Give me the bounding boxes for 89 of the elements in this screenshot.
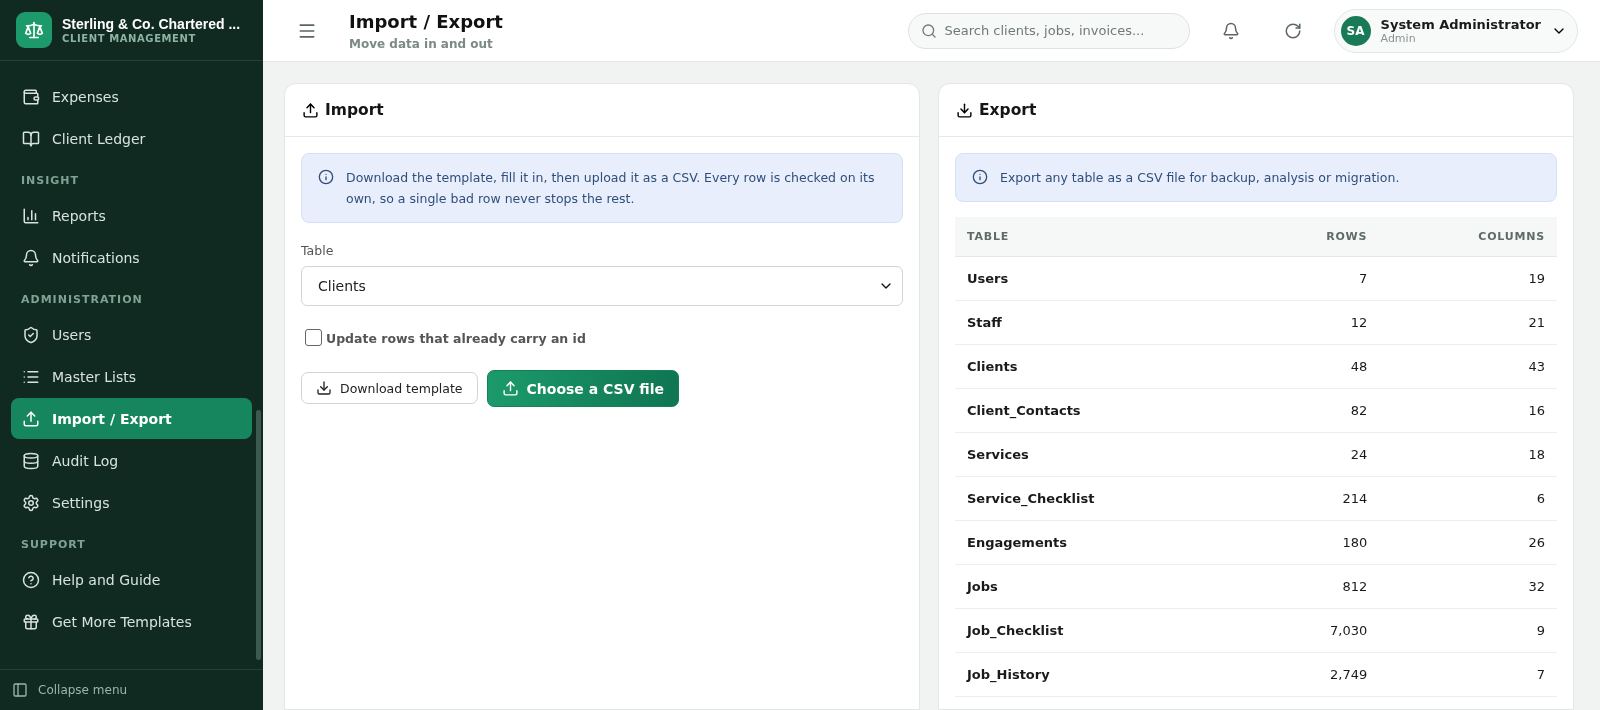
sidebar-item[interactable]: Help and Guide [11,559,252,600]
bar-chart-icon [22,206,40,225]
card-title: Export [979,101,1037,119]
download-icon [956,101,973,119]
choose-file-button[interactable]: Choose a CSV file [486,370,680,407]
table-cell: 16 [1379,388,1557,433]
table-select[interactable]: Clients [301,266,903,306]
download-template-button[interactable]: Download template [301,372,478,404]
refresh-icon [1283,21,1302,40]
table-cell: 7 [1251,256,1380,301]
info-icon [972,169,988,185]
brand-name: Sterling & Co. Chartered ... [62,16,241,33]
table-cell: 7,030 [1251,608,1380,653]
sidebar-item[interactable]: Audit Log [11,440,252,481]
sidebar-item[interactable]: Master Lists [11,356,252,397]
table-cell: 26 [1379,520,1557,565]
search-icon [920,22,937,39]
table-cell: Engagements [955,520,1252,565]
user-menu[interactable]: SA System Administrator Admin [1333,8,1578,53]
table-cell: 9 [1379,608,1557,653]
upload-icon [501,380,519,397]
section-heading: ADMINISTRATION [20,292,144,308]
info-text: Download the template, fill it in, then upload it as a CSV. Every row is checked on its own, so a single bad row never stops the rest. [346,169,876,208]
user-role: Admin [1380,31,1416,45]
table-cell: Job_History [955,652,1252,697]
table-cell: 6 [1379,476,1557,521]
table-cell: 12 [1251,300,1380,345]
table-cell: Clients [955,344,1252,389]
table-cell: 21 [1379,300,1557,345]
table-cell: 2,749 [1251,652,1380,697]
sidebar-item[interactable]: Notifications [11,237,252,278]
table-cell: 24 [1251,432,1380,477]
sidebar-item[interactable]: Expenses [11,76,252,117]
bell-icon [22,248,40,267]
table-cell: 812 [1251,564,1380,609]
table-cell: Client_Contacts [955,388,1252,433]
page-title: Import / Export [349,10,504,32]
sidebar-item[interactable]: Client Ledger [11,118,252,159]
brand-subtitle: CLIENT MANAGEMENT [62,33,197,44]
section-heading: SUPPORT [20,537,87,553]
page-subtitle: Move data in and out [349,36,494,51]
user-avatar: SA [1340,15,1371,46]
panel-icon [12,682,28,698]
scrollbar-thumb[interactable] [256,410,261,660]
table-cell: 180 [1251,520,1380,565]
table-cell: 82 [1251,388,1380,433]
download-icon [316,380,332,396]
field-label: Table [301,243,335,258]
wallet-icon [22,87,40,106]
sidebar-item[interactable]: Users [11,314,252,355]
card-title: Import [325,101,384,119]
table-cell: 32 [1379,564,1557,609]
sidebar-item[interactable]: Get More Templates [11,601,252,642]
collapse-menu[interactable]: Collapse menu [0,669,263,710]
checkbox[interactable] [305,328,322,346]
column-header: COLUMNS [1379,217,1557,257]
checkbox-label: Update rows that already carry an id [326,331,586,346]
sidebar-item[interactable]: Settings [11,482,252,523]
sidebar-item[interactable]: Import / Export [11,398,252,439]
search-field[interactable]: Search clients, jobs, invoices... [907,12,1190,49]
gift-icon [22,612,40,631]
table-cell: Service_Checklist [955,476,1252,521]
table-cell: 19 [1379,256,1557,301]
user-name: System Administrator [1380,16,1541,32]
upload-icon [22,409,40,428]
book-icon [22,129,40,148]
settings-icon [22,493,40,512]
section-heading: INSIGHT [20,173,81,189]
table-cell: 48 [1251,344,1380,389]
scale-logo-icon [16,12,52,48]
table-cell: 7 [1379,652,1557,697]
table-cell: 18 [1379,432,1557,477]
table-cell: Job_Checklist [955,608,1252,653]
bell-icon [1221,21,1240,40]
upload-icon [302,101,319,119]
shield-icon [22,325,40,344]
table-cell: 214 [1251,476,1380,521]
table-cell: Users [955,256,1252,301]
database-icon [22,451,40,470]
table-cell: Jobs [955,564,1252,609]
sidebar-item[interactable]: Reports [11,195,252,236]
column-header: ROWS [1251,217,1380,257]
info-icon [318,169,334,185]
help-icon [22,570,40,589]
column-header: TABLE [955,217,1252,257]
table-cell: Services [955,432,1252,477]
table-cell: 43 [1379,344,1557,389]
table-cell: Staff [955,300,1252,345]
info-text: Export any table as a CSV file for backup, analysis or migration. [1000,169,1400,187]
